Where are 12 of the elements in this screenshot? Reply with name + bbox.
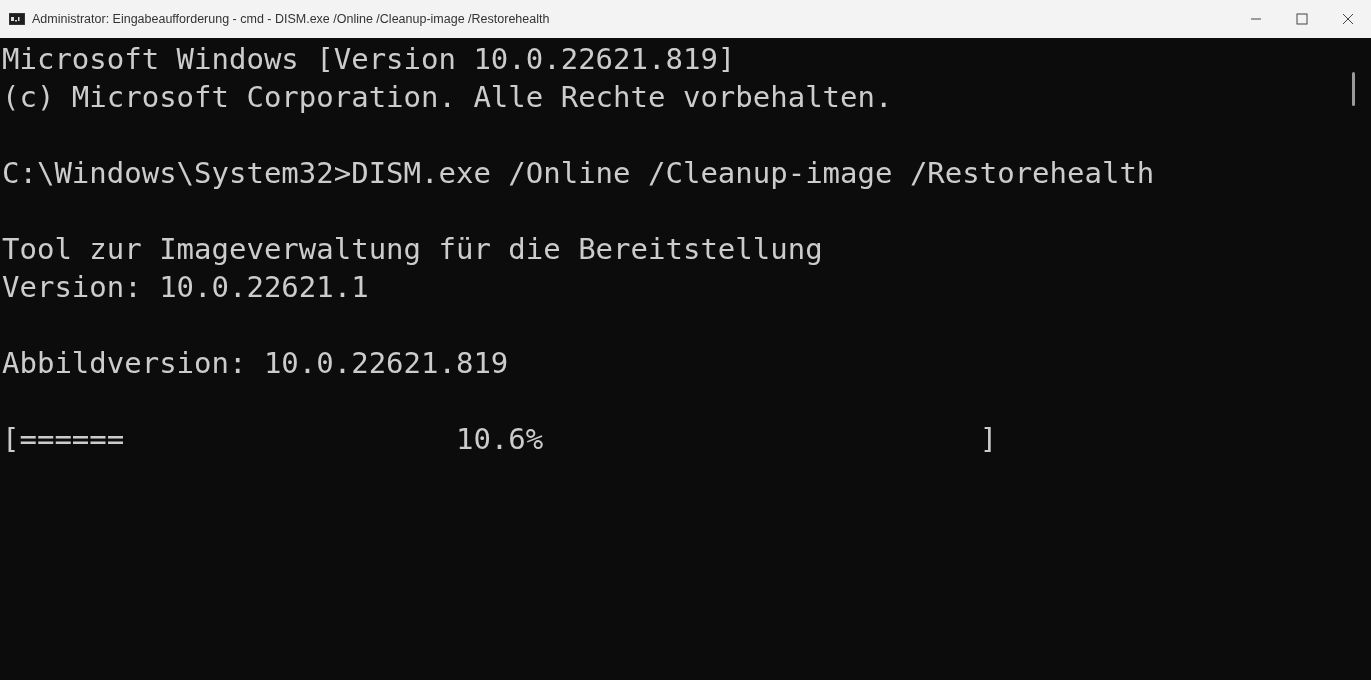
console-line: [====== 10.6% ] [2,421,998,458]
close-icon [1342,13,1354,25]
console-line: C:\Windows\System32>DISM.exe /Online /Cleanup-image /Restorehealth [2,155,1155,192]
console-line: Microsoft Windows [Version 10.0.22621.819] [2,41,736,78]
maximize-icon [1296,13,1308,25]
console-icon [9,13,25,25]
console-line: Version: 10.0.22621.1 [2,269,369,306]
scrollbar-thumb[interactable] [1352,72,1355,106]
console-line: Tool zur Imageverwaltung für die Bereitstellung [2,231,823,268]
console-line: Abbildversion: 10.0.22621.819 [2,345,509,382]
window-title: Administrator: Eingabeaufforderung - cmd - DISM.exe /Online /Cleanup-image /Restorehealth [32,12,550,26]
console-line: (c) Microsoft Corporation. Alle Rechte vorbehalten. [2,79,893,116]
